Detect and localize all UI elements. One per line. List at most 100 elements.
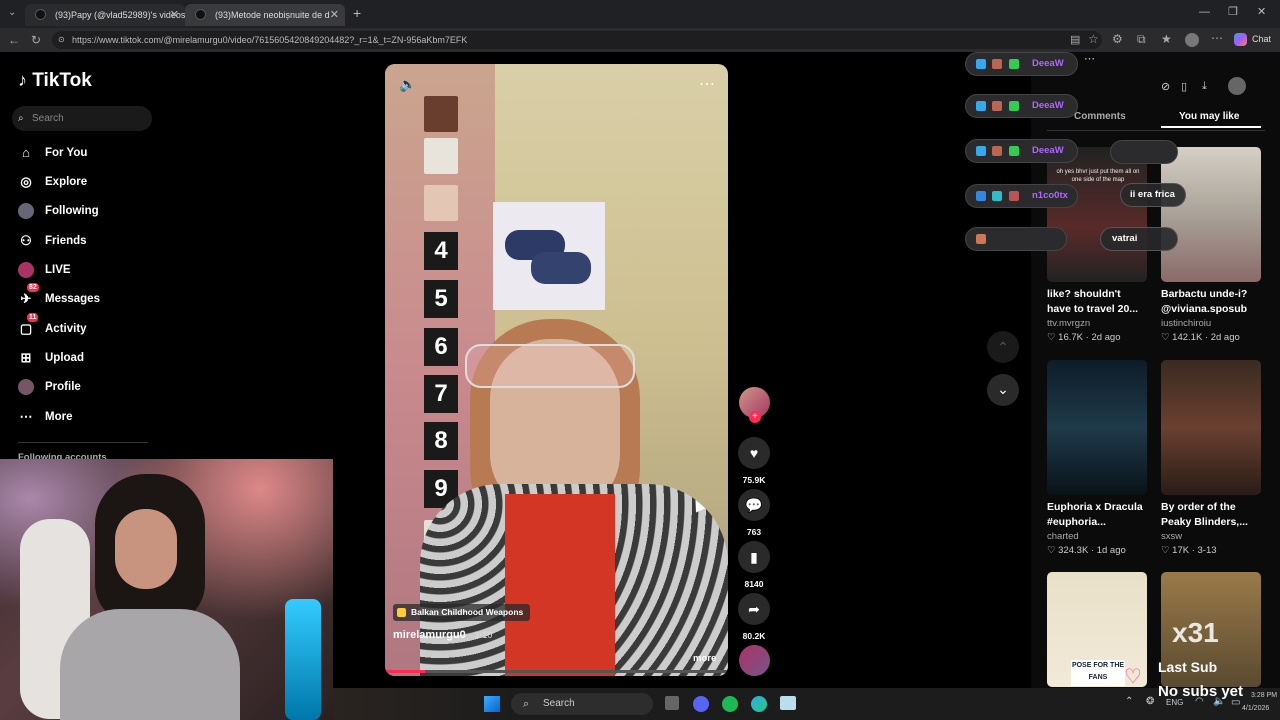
friends-icon: ⚇ — [20, 233, 32, 248]
rank-number: 6 — [424, 328, 458, 366]
card-author: iustinchiroiu — [1161, 318, 1212, 329]
close-window-icon[interactable]: ✕ — [1257, 5, 1266, 18]
back-icon[interactable]: ← — [8, 33, 20, 47]
follow-plus-icon[interactable]: + — [749, 411, 761, 423]
card-overlay-text: POSE FOR THE FANS — [1071, 660, 1125, 686]
sidebar-item-upload[interactable]: ⊞ Upload — [18, 347, 158, 369]
video-date: · 3-10 — [468, 630, 493, 640]
creator-avatar[interactable]: + — [739, 387, 770, 423]
maximize-icon[interactable]: ❐ — [1228, 5, 1238, 18]
spotify-icon[interactable] — [722, 696, 738, 712]
sidebar-item-live[interactable]: LIVE — [18, 259, 158, 281]
sidebar-item-following[interactable]: Following — [18, 200, 158, 222]
volume-icon[interactable]: 🔈 — [399, 76, 416, 93]
share-action[interactable]: ➦ 80.2K — [738, 593, 770, 641]
tray-app-icon[interactable]: ❂ — [1146, 696, 1154, 707]
panel-download-icon[interactable]: ⤓ — [1202, 80, 1207, 93]
video-player[interactable]: 🔈 ⋯ 4 5 6 7 8 9 Balkan Childhood Weapons… — [385, 64, 728, 676]
chat-dots: ⋯ — [1084, 53, 1095, 65]
badge-icon — [992, 101, 1002, 111]
taskbar-search[interactable]: ⌕ Search — [511, 693, 653, 715]
badge-icon — [976, 234, 986, 244]
tab-list-chevron-icon[interactable]: ⌄ — [8, 7, 16, 18]
live-icon — [18, 262, 34, 278]
clock-date[interactable]: 4/1/2026 — [1242, 705, 1269, 712]
panel-avatar[interactable] — [1228, 77, 1246, 95]
more-button[interactable]: more — [693, 653, 716, 664]
heart-icon[interactable]: ♥ — [738, 437, 770, 469]
save-action[interactable]: ▮ 8140 — [738, 541, 770, 589]
search-icon: ⌕ — [523, 698, 530, 710]
tab-you-may-like[interactable]: You may like — [1179, 111, 1239, 122]
suggested-video-card[interactable]: By order of the Peaky Blinders,... sxsw … — [1161, 360, 1261, 556]
close-tab-icon[interactable]: ✕ — [330, 4, 339, 26]
tab-comments[interactable]: Comments — [1074, 111, 1126, 122]
rank-number: 5 — [424, 280, 458, 318]
card-title: By order of the Peaky Blinders,... — [1161, 501, 1248, 528]
weapon-thumb-stick — [424, 138, 458, 174]
browser-tab-1[interactable]: (93)Papy (@vlad52989)'s videos w ✕ — [25, 4, 185, 26]
sidebar-item-explore[interactable]: ◎ Explore — [18, 171, 158, 193]
like-action[interactable]: ♥ 75.9K — [738, 437, 770, 485]
sidebar-search-input[interactable]: ⌕ Search — [12, 106, 152, 131]
reader-icon[interactable]: ▤ — [1070, 33, 1080, 46]
badge-icon — [992, 146, 1002, 156]
sidebar-item-more[interactable]: ⋯ More — [18, 406, 158, 428]
sidebar-item-label: LIVE — [45, 264, 71, 276]
favorite-star-icon[interactable]: ☆ — [1088, 32, 1099, 46]
extensions-icon[interactable]: ⚙ — [1112, 32, 1123, 46]
split-screen-icon[interactable]: ⧉ — [1137, 32, 1146, 47]
badge-icon — [1009, 146, 1019, 156]
sidebar-item-activity[interactable]: ▢ 11 Activity — [18, 313, 158, 340]
next-video-icon[interactable]: ⌄ — [987, 374, 1019, 406]
close-tab-icon[interactable]: ✕ — [170, 4, 179, 26]
minimize-icon[interactable]: — — [1199, 6, 1210, 18]
chat-label[interactable]: Chat — [1252, 34, 1271, 44]
sidebar-item-friends[interactable]: ⚇ Friends — [18, 230, 158, 252]
panel-device-icon[interactable]: ▯ — [1181, 80, 1187, 93]
task-view-icon[interactable] — [665, 696, 679, 710]
address-bar-row: ← ↻ ⊙ https://www.tiktok.com/@mirelamurg… — [0, 28, 1280, 52]
app-icon[interactable] — [780, 696, 796, 710]
discord-icon[interactable] — [693, 696, 709, 712]
comment-action[interactable]: 💬 763 — [738, 489, 770, 537]
badge-icon — [1009, 101, 1019, 111]
refresh-icon[interactable]: ↻ — [31, 33, 41, 47]
sidebar-item-messages[interactable]: ✈ 82 Messages — [18, 283, 158, 310]
comment-icon[interactable]: 💬 — [738, 489, 770, 521]
progress-bar-track[interactable] — [385, 670, 728, 673]
panel-history-icon[interactable]: ⊘ — [1161, 80, 1170, 93]
sidebar-item-for-you[interactable]: ⌂ For You — [18, 142, 158, 164]
video-options-icon[interactable]: ⋯ — [699, 74, 715, 94]
pill-username: n1co0tx — [1032, 190, 1068, 201]
browser-tab-2[interactable]: (93)Metode neobișnuite de d ✕ — [185, 4, 345, 26]
new-tab-icon[interactable]: + — [353, 5, 361, 21]
suggested-video-card[interactable]: Euphoria x Dracula #euphoria... charted … — [1047, 360, 1147, 556]
windows-start-icon[interactable] — [484, 696, 500, 712]
tray-expand-icon[interactable]: ⌃ — [1125, 696, 1133, 707]
clock-time[interactable]: 3:28 PM — [1251, 692, 1277, 699]
video-tag-label: Balkan Childhood Weapons — [411, 607, 524, 617]
favorites-icon[interactable]: ★ — [1161, 32, 1172, 46]
video-tag-chip[interactable]: Balkan Childhood Weapons — [393, 604, 531, 621]
site-info-icon[interactable]: ⊙ — [58, 31, 65, 49]
previous-video-icon[interactable]: ⌃ — [987, 331, 1019, 363]
bookmark-icon[interactable]: ▮ — [738, 541, 770, 573]
pill-username: DeeaW — [1032, 100, 1064, 111]
settings-dots-icon[interactable]: ⋯ — [1211, 31, 1223, 45]
tiktok-favicon-icon — [35, 9, 46, 20]
music-disc-icon[interactable] — [739, 645, 770, 676]
messages-icon: ✈ — [20, 291, 32, 306]
tiktok-logo[interactable]: ♪ TikTok — [18, 70, 92, 92]
compass-icon: ◎ — [20, 174, 32, 189]
share-icon[interactable]: ➦ — [738, 593, 770, 625]
browser-profile-avatar[interactable] — [1185, 33, 1199, 47]
video-author[interactable]: mirelamurgu0 — [393, 629, 466, 641]
url-field[interactable]: ⊙ https://www.tiktok.com/@mirelamurgu0/v… — [52, 31, 1102, 49]
tab-title: (93)Papy (@vlad52989)'s videos w — [55, 10, 185, 20]
no-subs-label: No subs yet — [1158, 683, 1244, 700]
edge-icon[interactable] — [751, 696, 767, 712]
sidebar-item-profile[interactable]: Profile — [18, 376, 158, 398]
copilot-icon[interactable] — [1234, 33, 1247, 46]
badge-icon — [1009, 191, 1019, 201]
